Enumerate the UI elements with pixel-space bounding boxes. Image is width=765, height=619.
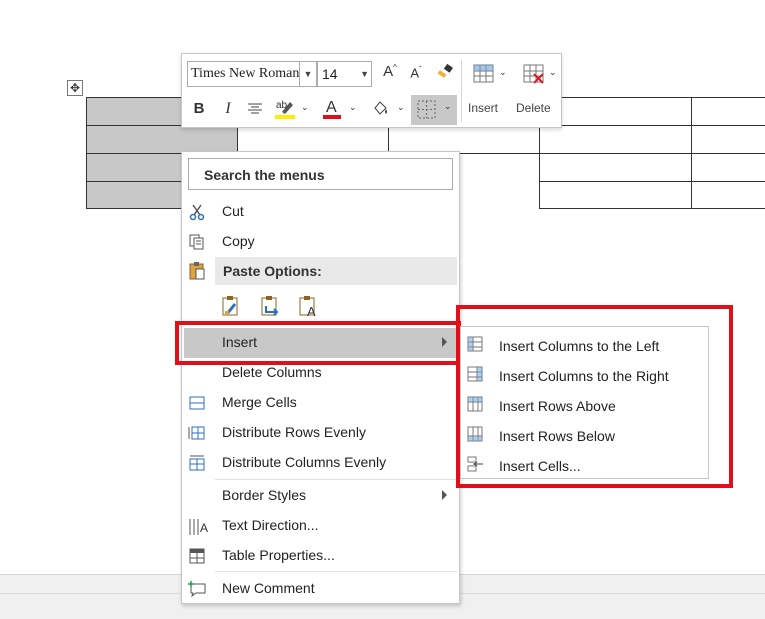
menu-item-label: Merge Cells — [222, 394, 297, 410]
table-cell[interactable] — [388, 125, 540, 154]
merge-cells-icon — [188, 394, 206, 412]
search-menus-input[interactable]: Search the menus — [188, 158, 453, 190]
paste-options-label: Paste Options: — [223, 263, 322, 279]
table-cell[interactable] — [691, 97, 765, 126]
menu-item-new-comment[interactable]: New Comment — [182, 574, 459, 604]
menu-item-distribute-rows[interactable]: Distribute Rows Evenly — [182, 418, 459, 448]
font-name-combobox[interactable]: Times New Roman ▼ — [187, 61, 317, 87]
italic-button[interactable]: I — [220, 100, 236, 120]
paste-options-header: Paste Options: — [215, 257, 457, 285]
format-painter-icon[interactable] — [435, 63, 455, 83]
menu-item-label: Delete Columns — [222, 364, 322, 380]
menu-item-cut[interactable]: Cut — [182, 197, 459, 227]
table-cell[interactable] — [237, 125, 389, 154]
svg-text:A: A — [200, 521, 208, 535]
menu-item-text-direction[interactable]: A Text Direction... — [182, 511, 459, 541]
borders-button[interactable]: ⌄ — [411, 95, 457, 125]
menu-item-table-properties[interactable]: Table Properties... — [182, 541, 459, 571]
menu-item-label: New Comment — [222, 580, 315, 596]
highlight-color-icon[interactable]: ab — [274, 96, 296, 120]
scissors-icon — [188, 203, 206, 221]
submenu-arrow-icon — [442, 490, 447, 500]
mini-toolbar: Times New Roman ▼ 14 ▼ A^ Aˇ ⌄ ⌄ B I ab … — [181, 53, 562, 128]
menu-item-merge-cells[interactable]: Merge Cells — [182, 388, 459, 418]
new-comment-icon — [188, 580, 206, 598]
insert-highlight-box — [175, 321, 461, 365]
svg-text:A: A — [326, 99, 337, 116]
menu-item-distribute-columns[interactable]: Distribute Columns Evenly — [182, 448, 459, 478]
chevron-down-icon[interactable]: ▼ — [299, 62, 316, 86]
shrink-font-button[interactable]: Aˇ — [407, 65, 425, 85]
submenu-highlight-box — [456, 305, 733, 488]
distribute-rows-icon — [188, 424, 206, 442]
grow-font-button[interactable]: A^ — [381, 63, 399, 83]
shading-icon[interactable] — [370, 98, 390, 118]
menu-item-label: Distribute Rows Evenly — [222, 424, 366, 440]
text-direction-icon: A — [188, 517, 208, 535]
table-cell[interactable] — [539, 153, 692, 182]
paste-merge-formatting-icon[interactable] — [260, 294, 282, 318]
font-size-combobox[interactable]: 14 ▼ — [317, 61, 372, 87]
font-name-value: Times New Roman — [191, 66, 300, 81]
chevron-down-icon[interactable]: ▼ — [360, 62, 369, 86]
delete-table-icon[interactable] — [522, 62, 546, 86]
menu-item-label: Distribute Columns Evenly — [222, 454, 387, 470]
search-menus-placeholder: Search the menus — [204, 167, 325, 183]
menu-item-label: Cut — [222, 203, 244, 219]
menu-item-label: Text Direction... — [222, 517, 319, 533]
delete-label[interactable]: Delete — [516, 101, 551, 115]
insert-label[interactable]: Insert — [468, 101, 498, 115]
table-properties-icon — [188, 547, 206, 565]
table-cell[interactable] — [539, 181, 692, 209]
table-cell[interactable] — [691, 153, 765, 182]
menu-item-copy[interactable]: Copy — [182, 227, 459, 257]
svg-text:A: A — [307, 304, 316, 318]
clipboard-icon — [188, 261, 206, 280]
chevron-down-icon[interactable]: ⌄ — [499, 67, 507, 78]
font-size-value: 14 — [322, 66, 338, 82]
copy-icon — [188, 233, 206, 251]
menu-item-label: Border Styles — [222, 487, 307, 503]
bold-button[interactable]: B — [191, 100, 207, 120]
insert-table-icon[interactable] — [472, 62, 496, 86]
chevron-down-icon[interactable]: ⌄ — [349, 102, 357, 113]
table-cell[interactable] — [691, 181, 765, 209]
table-cell[interactable] — [86, 125, 238, 154]
paste-keep-formatting-icon[interactable] — [221, 294, 243, 318]
chevron-down-icon[interactable]: ⌄ — [397, 102, 405, 113]
font-color-icon[interactable]: A — [322, 96, 342, 120]
context-menu: Search the menus Cut Copy Paste Options:… — [181, 151, 460, 604]
menu-item-label: Table Properties... — [222, 547, 335, 563]
chevron-down-icon[interactable]: ⌄ — [549, 67, 557, 78]
table-cell[interactable] — [691, 125, 765, 154]
menu-item-label: Copy — [222, 233, 255, 249]
distribute-columns-icon — [188, 454, 206, 472]
chevron-down-icon[interactable]: ⌄ — [301, 102, 309, 113]
paste-keep-text-only-icon[interactable]: A — [298, 294, 320, 318]
table-cell[interactable] — [539, 125, 692, 154]
menu-item-border-styles[interactable]: Border Styles — [182, 481, 459, 511]
table-move-handle[interactable]: ✥ — [67, 80, 83, 96]
center-align-icon[interactable] — [246, 99, 264, 119]
